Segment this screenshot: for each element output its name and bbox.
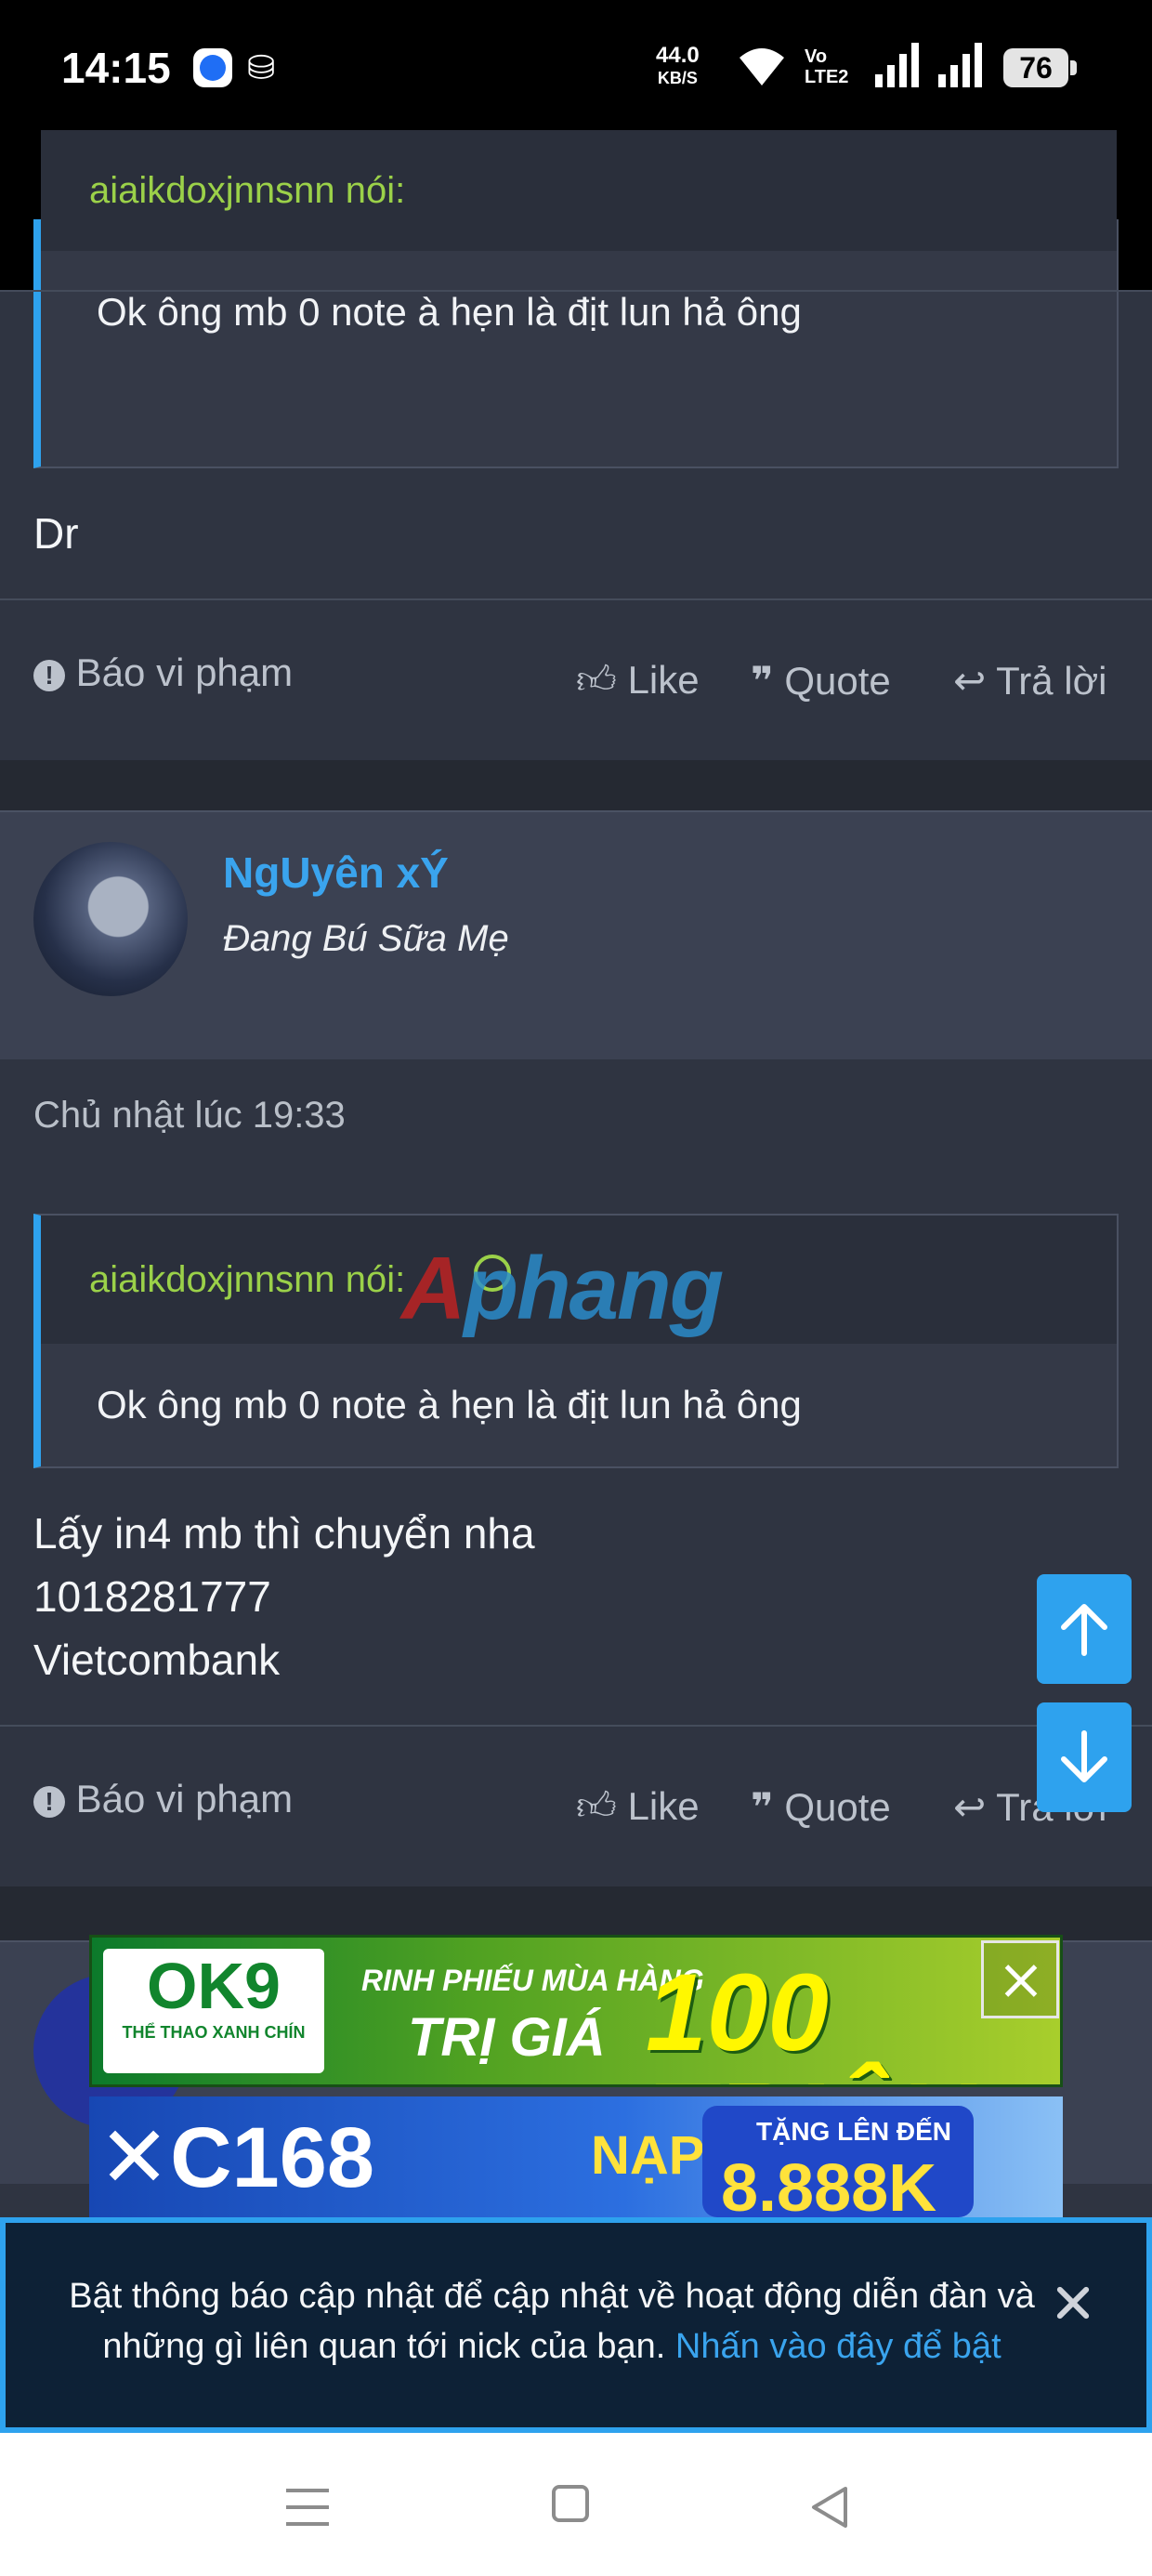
- quote-icon: ❞: [751, 659, 774, 703]
- report-button[interactable]: ! Báo vi phạm: [33, 1777, 293, 1821]
- quote-text: Ok ông mb 0 note à hẹn là địt lun hả ông: [97, 290, 802, 334]
- signal-icon: [875, 43, 919, 87]
- like-button[interactable]: 👍︎ Like: [576, 1784, 700, 1831]
- quote-label: Quote: [784, 1785, 891, 1829]
- reply-icon: ↩: [953, 659, 987, 703]
- banner-ad-c168[interactable]: ✕C168 NẠP ĐẦU TẶNG LÊN ĐẾN 8.888K: [89, 2096, 1063, 2219]
- enable-notifications-link[interactable]: Nhấn vào đây để bật: [675, 2327, 1001, 2366]
- post-line: 1018281777: [33, 1572, 271, 1621]
- incognito-icon: ⛁: [247, 48, 276, 86]
- network-speed-value: 44.0: [656, 43, 700, 68]
- post-line: Vietcombank: [33, 1636, 281, 1684]
- report-icon: !: [33, 1785, 65, 1818]
- watermark-logo: Aphang: [401, 1238, 724, 1340]
- post-separator: [0, 760, 1152, 810]
- user-title: Đang Bú Sữa Mẹ: [223, 918, 509, 959]
- ad-logo-subtext: THỂ THAO XANH CHÍN: [122, 2023, 306, 2042]
- post-body: Dr: [33, 509, 79, 558]
- reply-icon: ↩: [953, 1785, 987, 1829]
- post-actions: ! Báo vi phạm 👍︎ Like ❞ Quote ↩ Trả lời: [33, 1777, 1119, 1833]
- arrow-down-icon: [1061, 1730, 1107, 1782]
- recent-apps-icon[interactable]: [286, 2489, 329, 2526]
- like-label: Like: [627, 1784, 700, 1828]
- watermark-part1: A: [401, 1239, 465, 1338]
- arrow-up-icon: [1061, 1604, 1107, 1656]
- thumbs-up-icon: 👍︎: [576, 658, 617, 702]
- ad-logo-text: OK9: [147, 1950, 281, 2022]
- close-icon[interactable]: [1052, 2280, 1096, 2325]
- like-label: Like: [627, 658, 700, 702]
- status-time: 14:15: [61, 44, 171, 92]
- post-separator: [0, 1886, 1152, 1940]
- wifi-icon: [740, 48, 784, 85]
- report-label: Báo vi phạm: [75, 1777, 294, 1820]
- quote-label: Quote: [784, 659, 891, 703]
- ad-logo-text: C168: [170, 2110, 375, 2205]
- quote-block: aiaikdoxjnnsnn nói: Ok ông mb 0 note à h…: [33, 130, 1119, 468]
- quote-text: Ok ông mb 0 note à hẹn là địt lun hả ông: [97, 1383, 802, 1426]
- back-icon[interactable]: [808, 2485, 853, 2530]
- reply-button[interactable]: ↩ Trả lời: [953, 658, 1106, 703]
- report-button[interactable]: ! Báo vi phạm: [33, 651, 293, 695]
- quote-icon: ❞: [751, 1785, 774, 1829]
- thumbs-up-icon: 👍︎: [576, 1784, 617, 1828]
- volte-indicator: Vo LTE2: [805, 46, 849, 87]
- quote-button[interactable]: ❞ Quote: [751, 658, 891, 703]
- like-button[interactable]: 👍︎ Like: [576, 658, 700, 704]
- quote-author[interactable]: aiaikdoxjnnsnn nói:: [41, 130, 1117, 251]
- post-line: Lấy in4 mb thì chuyển nha: [33, 1509, 535, 1557]
- user-avatar[interactable]: [33, 842, 188, 996]
- scroll-top-button[interactable]: [1037, 1574, 1132, 1684]
- ad-logo: ✕C168: [98, 2110, 375, 2205]
- username[interactable]: NgUyên xÝ: [223, 848, 449, 898]
- post-date[interactable]: Chủ nhật lúc 19:33: [33, 1095, 346, 1137]
- signal-icon: [938, 43, 982, 87]
- notification-text: Bật thông báo cập nhật để cập nhật về ho…: [50, 2271, 1054, 2372]
- network-speed-unit: KB/S: [657, 69, 698, 87]
- reply-label: Trả lời: [996, 659, 1107, 703]
- report-icon: !: [33, 659, 65, 691]
- quote-button[interactable]: ❞ Quote: [751, 1784, 891, 1830]
- network-speed: 44.0 KB/S: [656, 45, 700, 89]
- watermark-part2: phang: [464, 1239, 724, 1338]
- ad-close-button[interactable]: [981, 1940, 1059, 2018]
- scroll-bottom-button[interactable]: [1037, 1702, 1132, 1812]
- ad-tagline: TẶNG LÊN ĐẾN: [756, 2117, 951, 2146]
- ad-amount: 8.888K: [721, 2151, 937, 2219]
- banner-ad-ok9[interactable]: OK9 THỂ THAO XANH CHÍN RINH PHIẾU MÙA HÀ…: [89, 1935, 1063, 2087]
- post-body: Lấy in4 mb thì chuyển nha 1018281777 Vie…: [33, 1502, 535, 1691]
- messenger-icon: [193, 48, 232, 87]
- ad-logo: OK9 THỂ THAO XANH CHÍN: [103, 1949, 324, 2073]
- battery-indicator: 76: [1003, 48, 1077, 87]
- report-label: Báo vi phạm: [75, 651, 294, 694]
- home-icon[interactable]: [552, 2485, 589, 2522]
- ad-tagline: TRỊ GIÁ: [408, 2007, 606, 2068]
- post-actions: ! Báo vi phạm 👍︎ Like ❞ Quote ↩ Trả lời: [33, 651, 1119, 706]
